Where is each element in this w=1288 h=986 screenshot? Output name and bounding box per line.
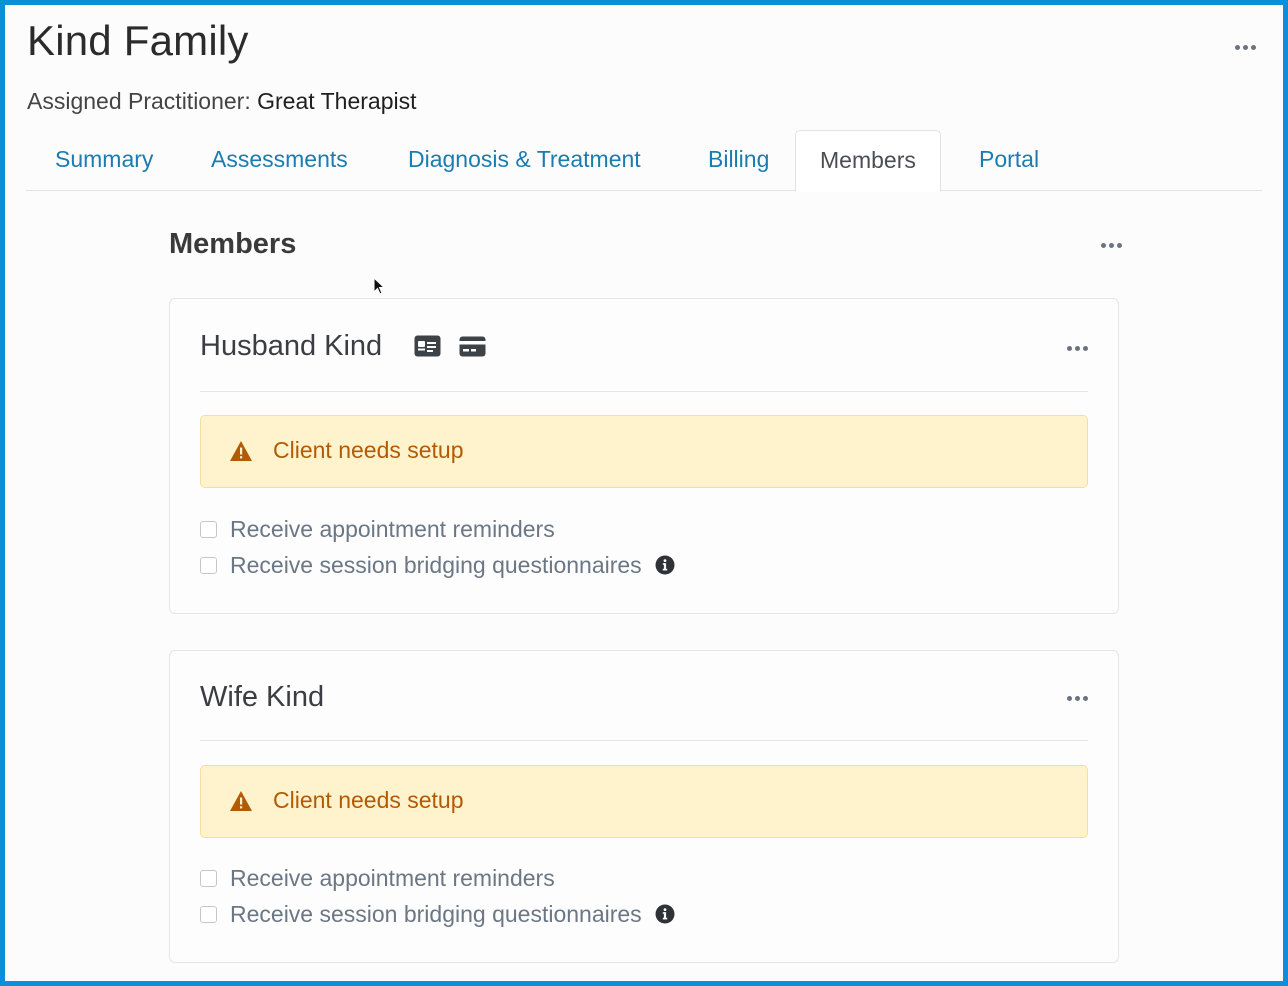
bridging-questionnaires-option[interactable]: Receive session bridging questionnaires xyxy=(200,901,675,927)
member-card-wife-kind: Wife Kind Client needs setup Receive app… xyxy=(169,650,1119,963)
members-section-title: Members xyxy=(169,228,297,260)
bridging-questionnaires-checkbox[interactable] xyxy=(200,556,217,574)
tab-billing[interactable]: Billing xyxy=(684,130,793,191)
tab-summary[interactable]: Summary xyxy=(31,130,177,191)
page-more-options-icon[interactable] xyxy=(1233,43,1258,52)
alert-message: Client needs setup xyxy=(273,437,464,463)
member-more-options-icon[interactable] xyxy=(1065,694,1090,703)
appointment-reminders-option[interactable]: Receive appointment reminders xyxy=(200,865,555,891)
member-card-husband-kind: Husband Kind Client needs setup Receive … xyxy=(169,298,1119,614)
bridging-questionnaires-label: Receive session bridging questionnaires xyxy=(230,900,642,927)
member-name: Husband Kind xyxy=(200,330,383,362)
tab-bar: Summary Assessments Diagnosis & Treatmen… xyxy=(26,130,1262,192)
member-more-options-icon[interactable] xyxy=(1065,344,1090,353)
bridging-questionnaires-option[interactable]: Receive session bridging questionnaires xyxy=(200,552,675,578)
mouse-cursor-icon xyxy=(373,277,386,295)
alert-message: Client needs setup xyxy=(273,787,464,813)
id-card-icon[interactable] xyxy=(414,335,441,357)
info-icon[interactable] xyxy=(655,904,675,924)
setup-alert: Client needs setup xyxy=(200,765,1088,838)
warning-icon xyxy=(230,791,252,811)
appointment-reminders-checkbox[interactable] xyxy=(200,520,217,538)
info-icon[interactable] xyxy=(655,555,675,575)
card-divider xyxy=(200,391,1088,392)
assigned-practitioner: Assigned Practitioner: Great Therapist xyxy=(27,88,417,115)
appointment-reminders-checkbox[interactable] xyxy=(200,869,217,887)
member-name: Wife Kind xyxy=(200,681,325,713)
tab-diagnosis-treatment[interactable]: Diagnosis & Treatment xyxy=(384,130,665,191)
setup-alert: Client needs setup xyxy=(200,415,1088,488)
app-window: Kind Family Assigned Practitioner: Great… xyxy=(0,0,1288,986)
bridging-questionnaires-checkbox[interactable] xyxy=(200,905,217,923)
tab-assessments[interactable]: Assessments xyxy=(187,130,372,191)
practitioner-name: Great Therapist xyxy=(257,88,417,114)
appointment-reminders-label: Receive appointment reminders xyxy=(230,515,555,542)
warning-icon xyxy=(230,441,252,461)
credit-card-icon[interactable] xyxy=(459,336,486,357)
tab-portal[interactable]: Portal xyxy=(955,130,1063,191)
tab-members[interactable]: Members xyxy=(795,130,941,192)
practitioner-label: Assigned Practitioner: xyxy=(27,88,251,114)
bridging-questionnaires-label: Receive session bridging questionnaires xyxy=(230,551,642,578)
card-divider xyxy=(200,740,1088,741)
appointment-reminders-option[interactable]: Receive appointment reminders xyxy=(200,516,555,542)
page-title: Kind Family xyxy=(27,17,249,64)
members-more-options-icon[interactable] xyxy=(1099,241,1124,250)
appointment-reminders-label: Receive appointment reminders xyxy=(230,864,555,891)
